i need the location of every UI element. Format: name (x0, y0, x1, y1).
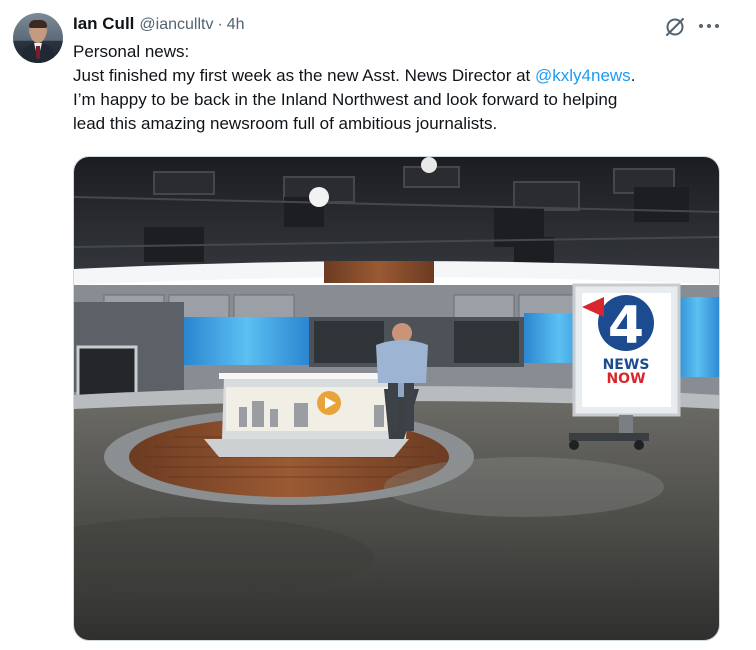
tweet-line: I’m happy to be back in the Inland North… (73, 90, 618, 109)
tweet[interactable]: Ian Cull @ianculltv · 4h Personal news: … (0, 0, 756, 650)
separator-dot: · (217, 16, 223, 33)
avatar-tie (36, 46, 40, 58)
avatar-hair (29, 20, 47, 28)
avatar[interactable] (13, 13, 63, 63)
tweet-line: Just finished my first week as the new A… (73, 64, 723, 88)
tweet-text: Personal news: Just finished my first we… (73, 40, 723, 136)
tweet-text-fragment: . (630, 66, 636, 85)
grok-icon[interactable] (664, 16, 686, 38)
more-options-icon[interactable] (697, 15, 721, 37)
tweet-line: Personal news: (73, 42, 190, 61)
user-handle[interactable]: @ianculltv (139, 16, 213, 34)
mention-link[interactable]: @kxly4news (535, 66, 631, 85)
tweet-photo[interactable]: 4 NEWS NOW (73, 156, 720, 641)
news-studio-photo: 4 NEWS NOW (74, 157, 719, 640)
tweet-line: lead this amazing newsroom full of ambit… (73, 114, 498, 133)
sign-number: 4 (608, 296, 644, 356)
sign-text-now: NOW (606, 371, 645, 387)
timestamp[interactable]: 4h (227, 16, 245, 34)
display-name[interactable]: Ian Cull (73, 14, 134, 34)
tweet-header: Ian Cull @ianculltv · 4h (73, 14, 245, 36)
tweet-text-fragment: Just finished my first week as the new A… (73, 66, 535, 85)
